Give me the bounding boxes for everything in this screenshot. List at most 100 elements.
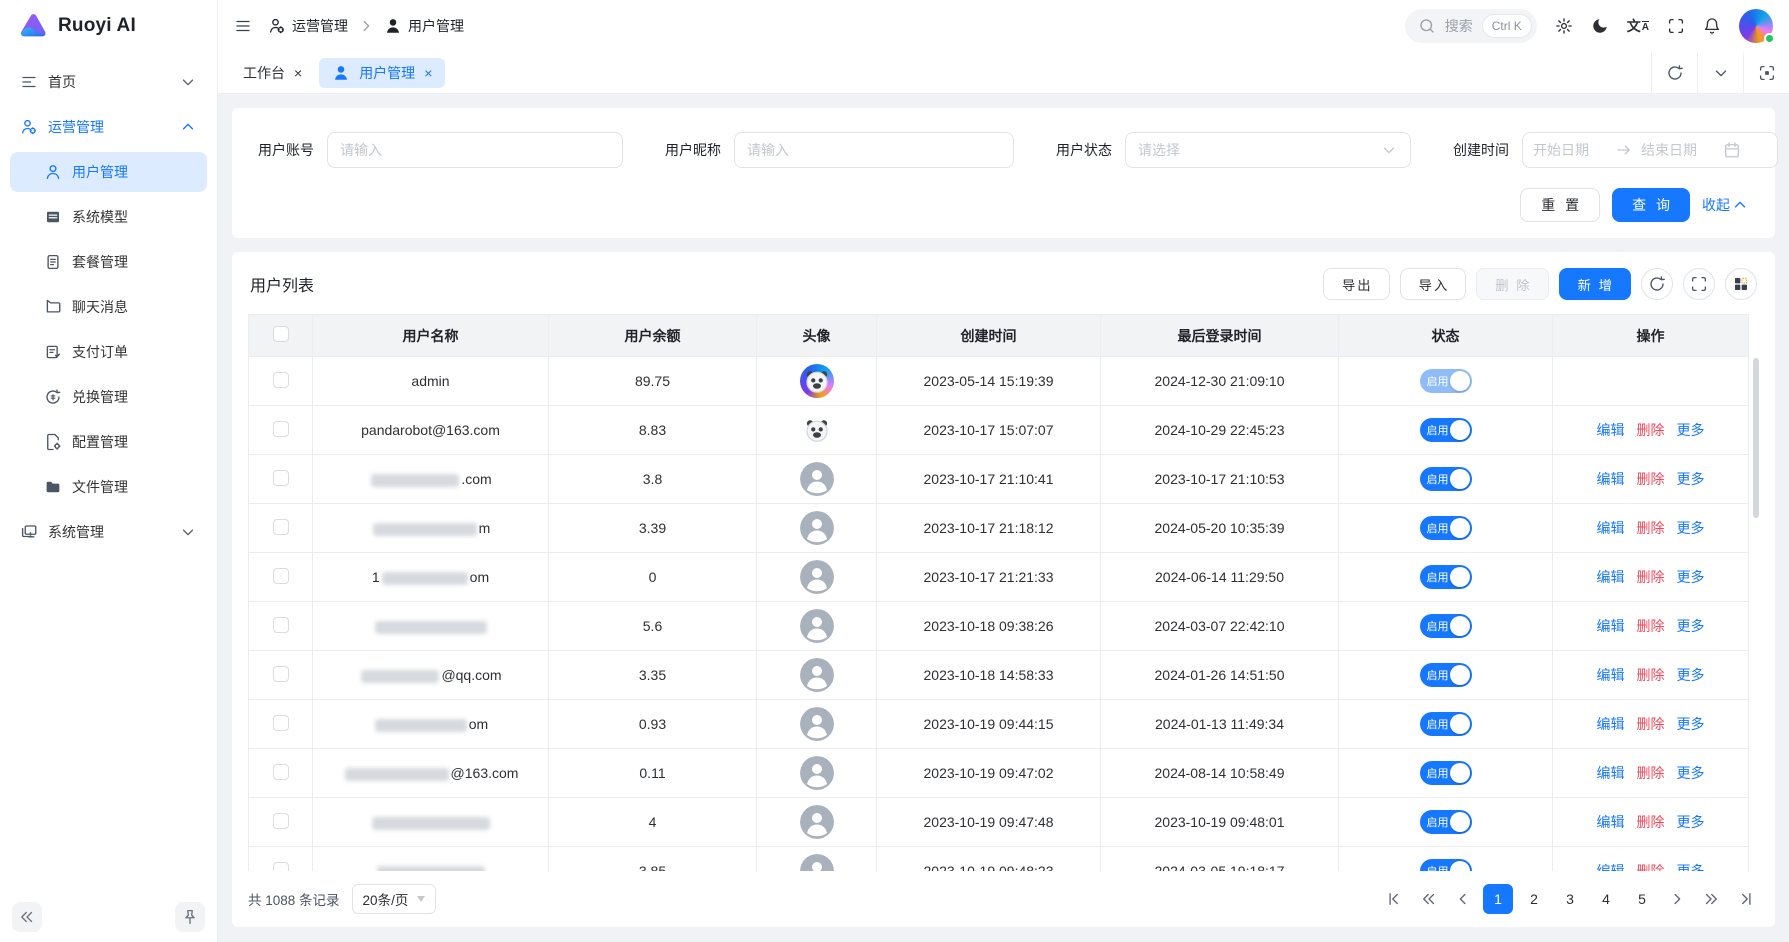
- sidebar-item-home[interactable]: 首页: [10, 62, 207, 102]
- more-link[interactable]: 更多: [1677, 716, 1705, 732]
- delete-button[interactable]: 删 除: [1476, 268, 1548, 300]
- sidebar-item-system-management[interactable]: 系统管理: [10, 512, 207, 552]
- status-toggle[interactable]: 启用: [1420, 565, 1472, 589]
- delete-link[interactable]: 删除: [1637, 716, 1665, 732]
- close-icon[interactable]: ×: [424, 66, 432, 80]
- row-checkbox[interactable]: [273, 421, 289, 437]
- row-checkbox[interactable]: [273, 519, 289, 535]
- date-range-picker[interactable]: [1522, 132, 1778, 168]
- status-toggle[interactable]: 启用: [1420, 810, 1472, 834]
- delete-link[interactable]: 删除: [1637, 863, 1665, 871]
- row-checkbox[interactable]: [273, 862, 289, 872]
- notifications-bell-icon[interactable]: [1703, 17, 1721, 35]
- more-link[interactable]: 更多: [1677, 618, 1705, 634]
- app-logo[interactable]: Ruoyi AI: [0, 0, 217, 52]
- row-checkbox[interactable]: [273, 715, 289, 731]
- row-checkbox[interactable]: [273, 666, 289, 682]
- more-link[interactable]: 更多: [1677, 863, 1705, 871]
- row-checkbox[interactable]: [273, 470, 289, 486]
- more-link[interactable]: 更多: [1677, 765, 1705, 781]
- reset-button[interactable]: 重 置: [1520, 188, 1600, 222]
- page-size-select[interactable]: 20条/页: [352, 884, 437, 914]
- status-toggle[interactable]: 启用: [1420, 663, 1472, 687]
- page-2-button[interactable]: 2: [1519, 884, 1549, 914]
- more-link[interactable]: 更多: [1677, 569, 1705, 585]
- edit-link[interactable]: 编辑: [1597, 422, 1625, 438]
- sidebar-item-user-management[interactable]: 用户管理: [10, 152, 207, 192]
- end-date-input[interactable]: [1641, 142, 1715, 158]
- jump-back-button[interactable]: [1415, 885, 1443, 913]
- status-toggle[interactable]: 启用: [1420, 614, 1472, 638]
- tab-workbench[interactable]: 工作台 ×: [230, 58, 315, 88]
- tab-menu-chevron-icon[interactable]: [1697, 52, 1743, 93]
- sidebar-item-file-management[interactable]: 文件管理: [10, 467, 207, 507]
- sidebar-item-redeem-management[interactable]: 兑换管理: [10, 377, 207, 417]
- row-checkbox[interactable]: [273, 372, 289, 388]
- account-input[interactable]: [340, 142, 610, 158]
- sidebar-item-system-model[interactable]: 系统模型: [10, 197, 207, 237]
- page-5-button[interactable]: 5: [1627, 884, 1657, 914]
- tab-user-management[interactable]: 用户管理 ×: [319, 58, 445, 88]
- status-toggle[interactable]: 启用: [1420, 859, 1472, 871]
- breadcrumb-user-management[interactable]: 用户管理: [384, 16, 464, 36]
- page-3-button[interactable]: 3: [1555, 884, 1585, 914]
- sidebar-pin-button[interactable]: [175, 902, 205, 932]
- sidebar-item-operations[interactable]: 运营管理: [10, 107, 207, 147]
- edit-link[interactable]: 编辑: [1597, 569, 1625, 585]
- row-checkbox[interactable]: [273, 764, 289, 780]
- add-button[interactable]: 新 增: [1559, 268, 1631, 300]
- edit-link[interactable]: 编辑: [1597, 618, 1625, 634]
- select-all-checkbox[interactable]: [273, 326, 289, 342]
- first-page-button[interactable]: [1381, 885, 1409, 913]
- status-toggle[interactable]: 启用: [1420, 761, 1472, 785]
- refresh-tab-icon[interactable]: [1651, 52, 1697, 93]
- delete-link[interactable]: 删除: [1637, 520, 1665, 536]
- more-link[interactable]: 更多: [1677, 520, 1705, 536]
- edit-link[interactable]: 编辑: [1597, 863, 1625, 871]
- content-fullscreen-icon[interactable]: [1743, 52, 1789, 93]
- column-settings-icon[interactable]: [1725, 268, 1757, 300]
- export-button[interactable]: 导出: [1323, 268, 1390, 300]
- row-checkbox[interactable]: [273, 617, 289, 633]
- table-fullscreen-icon[interactable]: [1683, 268, 1715, 300]
- language-icon[interactable]: 文A: [1627, 19, 1649, 33]
- delete-link[interactable]: 删除: [1637, 765, 1665, 781]
- fullscreen-icon[interactable]: [1667, 17, 1685, 35]
- next-page-button[interactable]: [1663, 885, 1691, 913]
- last-page-button[interactable]: [1731, 885, 1759, 913]
- dark-mode-moon-icon[interactable]: [1591, 17, 1609, 35]
- refresh-table-icon[interactable]: [1641, 268, 1673, 300]
- edit-link[interactable]: 编辑: [1597, 716, 1625, 732]
- more-link[interactable]: 更多: [1677, 471, 1705, 487]
- edit-link[interactable]: 编辑: [1597, 814, 1625, 830]
- page-4-button[interactable]: 4: [1591, 884, 1621, 914]
- breadcrumb-operations[interactable]: 运营管理: [268, 16, 348, 36]
- status-select[interactable]: 请选择: [1125, 132, 1411, 168]
- prev-page-button[interactable]: [1449, 885, 1477, 913]
- edit-link[interactable]: 编辑: [1597, 520, 1625, 536]
- edit-link[interactable]: 编辑: [1597, 471, 1625, 487]
- close-icon[interactable]: ×: [294, 66, 302, 80]
- delete-link[interactable]: 删除: [1637, 618, 1665, 634]
- delete-link[interactable]: 删除: [1637, 814, 1665, 830]
- sidebar-item-chat-messages[interactable]: 聊天消息: [10, 287, 207, 327]
- nickname-input[interactable]: [747, 142, 1001, 158]
- status-toggle[interactable]: 启用: [1420, 467, 1472, 491]
- table-scrollbar[interactable]: [1753, 358, 1759, 518]
- delete-link[interactable]: 删除: [1637, 422, 1665, 438]
- search-button[interactable]: 查 询: [1612, 188, 1690, 222]
- page-1-button[interactable]: 1: [1483, 884, 1513, 914]
- more-link[interactable]: 更多: [1677, 814, 1705, 830]
- sidebar-item-config-management[interactable]: 配置管理: [10, 422, 207, 462]
- delete-link[interactable]: 删除: [1637, 667, 1665, 683]
- more-link[interactable]: 更多: [1677, 667, 1705, 683]
- user-avatar[interactable]: [1739, 9, 1773, 43]
- delete-link[interactable]: 删除: [1637, 569, 1665, 585]
- more-link[interactable]: 更多: [1677, 422, 1705, 438]
- sidebar-item-package-management[interactable]: 套餐管理: [10, 242, 207, 282]
- status-toggle[interactable]: 启用: [1420, 369, 1472, 393]
- hamburger-menu-icon[interactable]: [234, 17, 252, 35]
- row-checkbox[interactable]: [273, 813, 289, 829]
- sidebar-item-payment-orders[interactable]: 支付订单: [10, 332, 207, 372]
- jump-forward-button[interactable]: [1697, 885, 1725, 913]
